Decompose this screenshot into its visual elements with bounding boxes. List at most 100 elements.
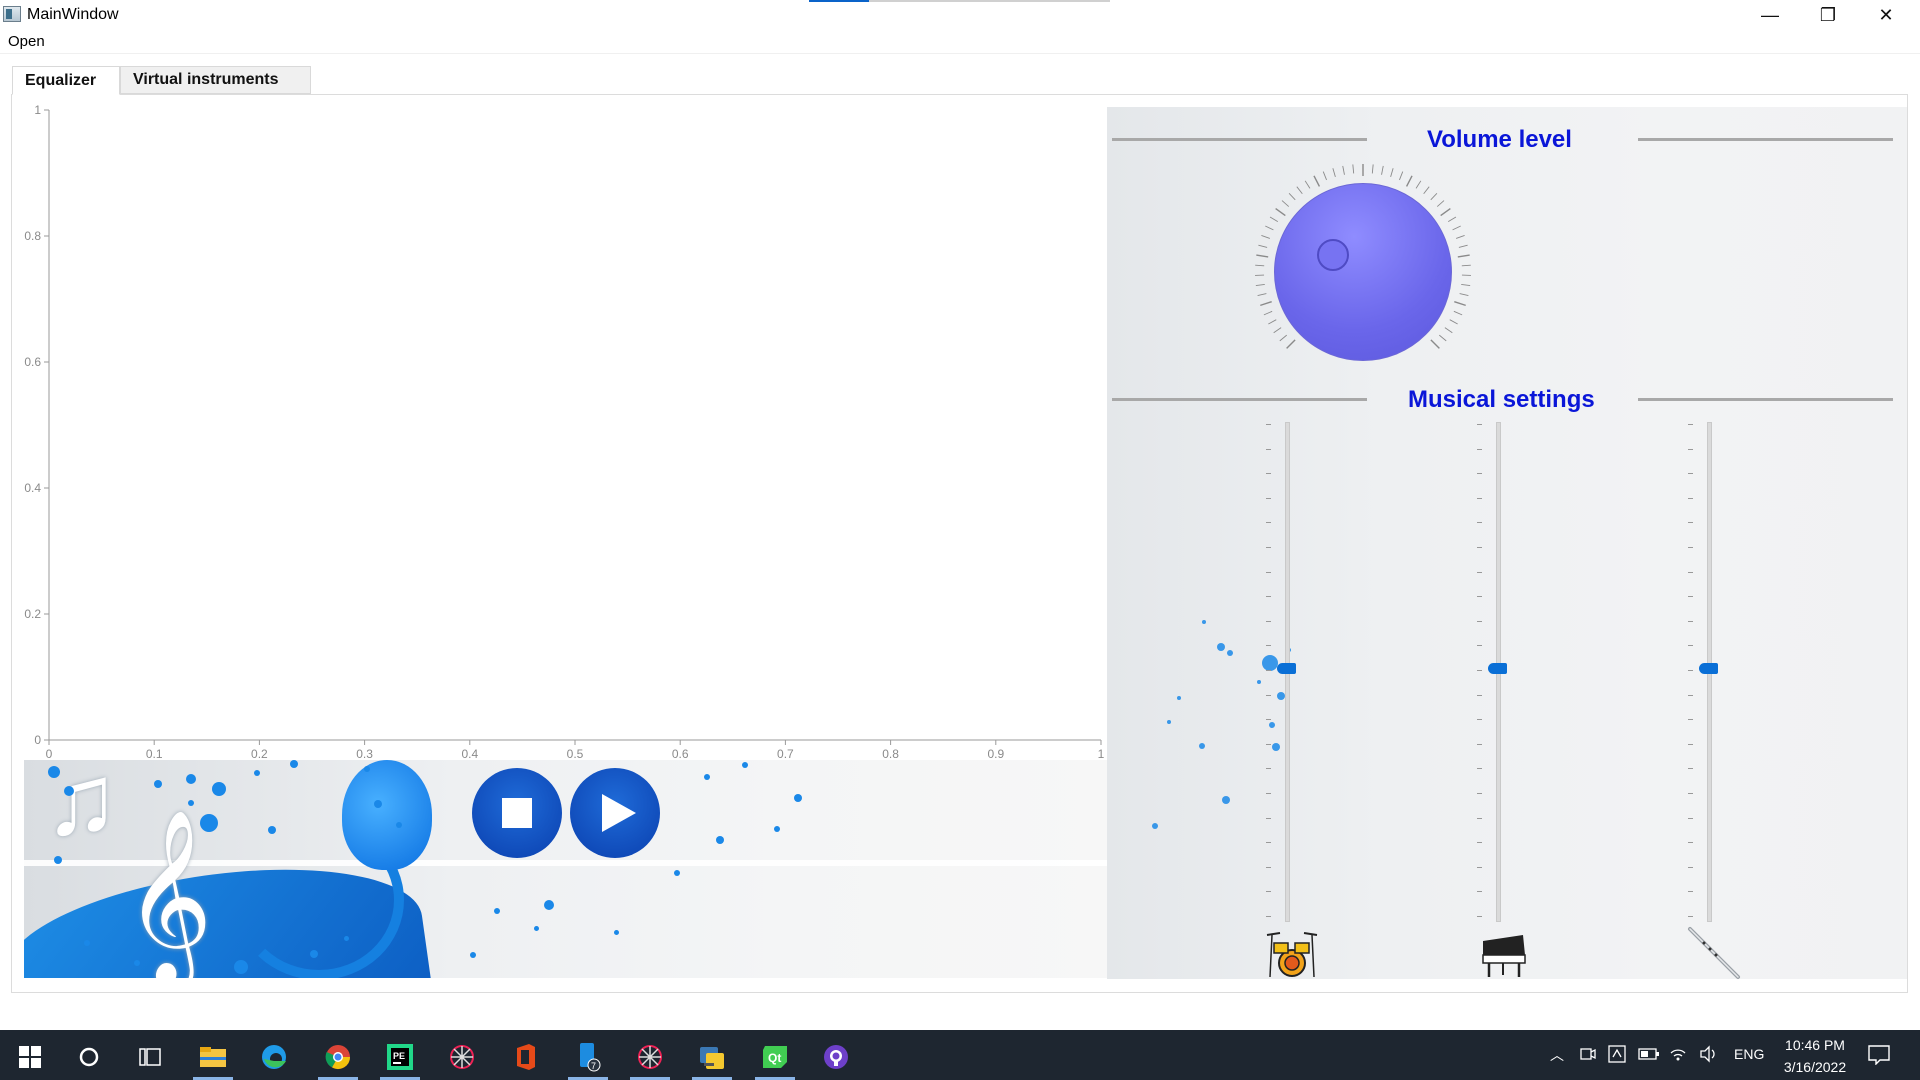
slider-tick (1477, 620, 1482, 622)
language-indicator[interactable]: ENG (1734, 1046, 1764, 1062)
stop-icon (502, 798, 532, 828)
pycharm-icon[interactable]: PE (374, 1033, 426, 1080)
slider-tick (1688, 916, 1693, 917)
notification-center-icon[interactable] (1868, 1045, 1890, 1065)
qt-icon[interactable]: Qt (749, 1033, 801, 1080)
slider-handle[interactable] (1699, 663, 1718, 674)
dial-tick (1440, 207, 1451, 217)
slider-tick (1266, 842, 1271, 844)
flute-slider[interactable] (1680, 420, 1740, 925)
task-view-icon[interactable] (124, 1033, 176, 1080)
dial-tick (1423, 186, 1430, 195)
github-icon[interactable] (810, 1033, 862, 1080)
tab-equalizer[interactable]: Equalizer (12, 66, 120, 95)
office-icon[interactable] (499, 1033, 551, 1080)
battery-icon[interactable] (1638, 1047, 1660, 1061)
splash-dot (254, 770, 260, 776)
splash-dot (704, 774, 710, 780)
tab-virtual-instruments[interactable]: Virtual instruments (120, 66, 311, 94)
slider-tick (1266, 547, 1271, 548)
y-tick-label: 0.6 (24, 355, 41, 369)
splash-dot (674, 870, 680, 876)
drums-icon (1266, 932, 1318, 978)
volume-level-title: Volume level (1427, 126, 1572, 153)
volume-knob[interactable] (1274, 183, 1452, 361)
slider-tick (1688, 645, 1693, 647)
splash-dot (212, 782, 226, 796)
clock[interactable]: 10:46 PM 3/16/2022 (1770, 1034, 1860, 1078)
x-tick-label: 0.3 (356, 747, 373, 760)
slider-tick (1266, 719, 1271, 721)
splash-dot (188, 800, 194, 806)
slider-handle[interactable] (1488, 663, 1507, 674)
treble-clef-icon: 𝄞 (124, 811, 213, 978)
app-icon[interactable] (436, 1033, 488, 1080)
dial-tick (1405, 175, 1413, 187)
splash-dot (774, 826, 780, 832)
dial-tick (1296, 186, 1303, 195)
dial-tick (1256, 254, 1269, 258)
musical-settings-title: Musical settings (1408, 386, 1595, 413)
splash-dot (1152, 823, 1158, 829)
dial-tick (1457, 254, 1470, 258)
meet-now-icon[interactable] (1580, 1046, 1596, 1062)
musical-divider-right (1638, 398, 1893, 401)
phone-link-icon[interactable]: 7 (562, 1033, 614, 1080)
slider-tick (1477, 719, 1482, 721)
slider-tick (1477, 694, 1482, 696)
volume-icon[interactable] (1699, 1045, 1717, 1063)
slider-tick (1477, 768, 1482, 770)
slider-tick (1266, 620, 1271, 622)
search-icon[interactable] (63, 1033, 115, 1080)
dial-tick (1455, 234, 1465, 239)
x-tick-label: 0 (46, 747, 53, 760)
slider-tick (1477, 645, 1482, 647)
restore-button[interactable]: ❐ (1799, 0, 1857, 30)
dial-tick (1458, 244, 1468, 248)
dial-tick (1279, 334, 1288, 342)
dial-tick (1322, 171, 1327, 181)
splash-dot (494, 908, 500, 914)
file-explorer-icon[interactable] (187, 1033, 239, 1080)
splash-dot (794, 794, 802, 802)
piano-slider[interactable] (1469, 420, 1529, 925)
splash-dot (54, 856, 62, 864)
windows-start-icon[interactable] (4, 1033, 56, 1080)
menu-item-open[interactable]: Open (8, 33, 45, 50)
minimize-button[interactable]: — (1741, 0, 1799, 30)
window-title: MainWindow (27, 6, 119, 23)
clock-time: 10:46 PM (1785, 1037, 1845, 1053)
slider-tick (1688, 596, 1693, 598)
stop-button[interactable] (472, 768, 562, 858)
slider-tick (1266, 916, 1271, 917)
slider-tick (1688, 842, 1693, 844)
volume-divider-left (1112, 138, 1367, 141)
drums-slider[interactable] (1258, 420, 1318, 925)
flute-icon (1688, 927, 1740, 979)
dial-tick (1255, 283, 1265, 286)
play-button[interactable] (570, 768, 660, 858)
slider-tick (1266, 571, 1271, 573)
splash-dot (374, 800, 382, 808)
close-button[interactable]: ✕ (1857, 0, 1915, 30)
slider-handle[interactable] (1277, 663, 1296, 674)
slider-tick (1266, 670, 1271, 671)
volume-dial[interactable] (1253, 162, 1473, 382)
edge-icon[interactable] (248, 1033, 300, 1080)
slider-tick (1477, 866, 1482, 868)
network-device-icon[interactable] (1608, 1045, 1626, 1063)
dial-tick (1268, 319, 1277, 325)
dial-tick (1430, 339, 1440, 349)
dial-tick (1288, 192, 1296, 201)
app-icon-2[interactable] (624, 1033, 676, 1080)
wifi-icon[interactable] (1669, 1045, 1687, 1063)
dial-tick (1449, 319, 1458, 325)
dial-tick (1304, 180, 1311, 189)
app-window-icon (3, 6, 21, 22)
dial-tick (1260, 300, 1272, 307)
chevron-up-icon[interactable]: ︿ (1550, 1045, 1564, 1065)
dial-tick (1454, 300, 1466, 307)
python-icon[interactable] (686, 1033, 738, 1080)
chrome-icon[interactable] (312, 1033, 364, 1080)
splash-dot (290, 760, 298, 768)
